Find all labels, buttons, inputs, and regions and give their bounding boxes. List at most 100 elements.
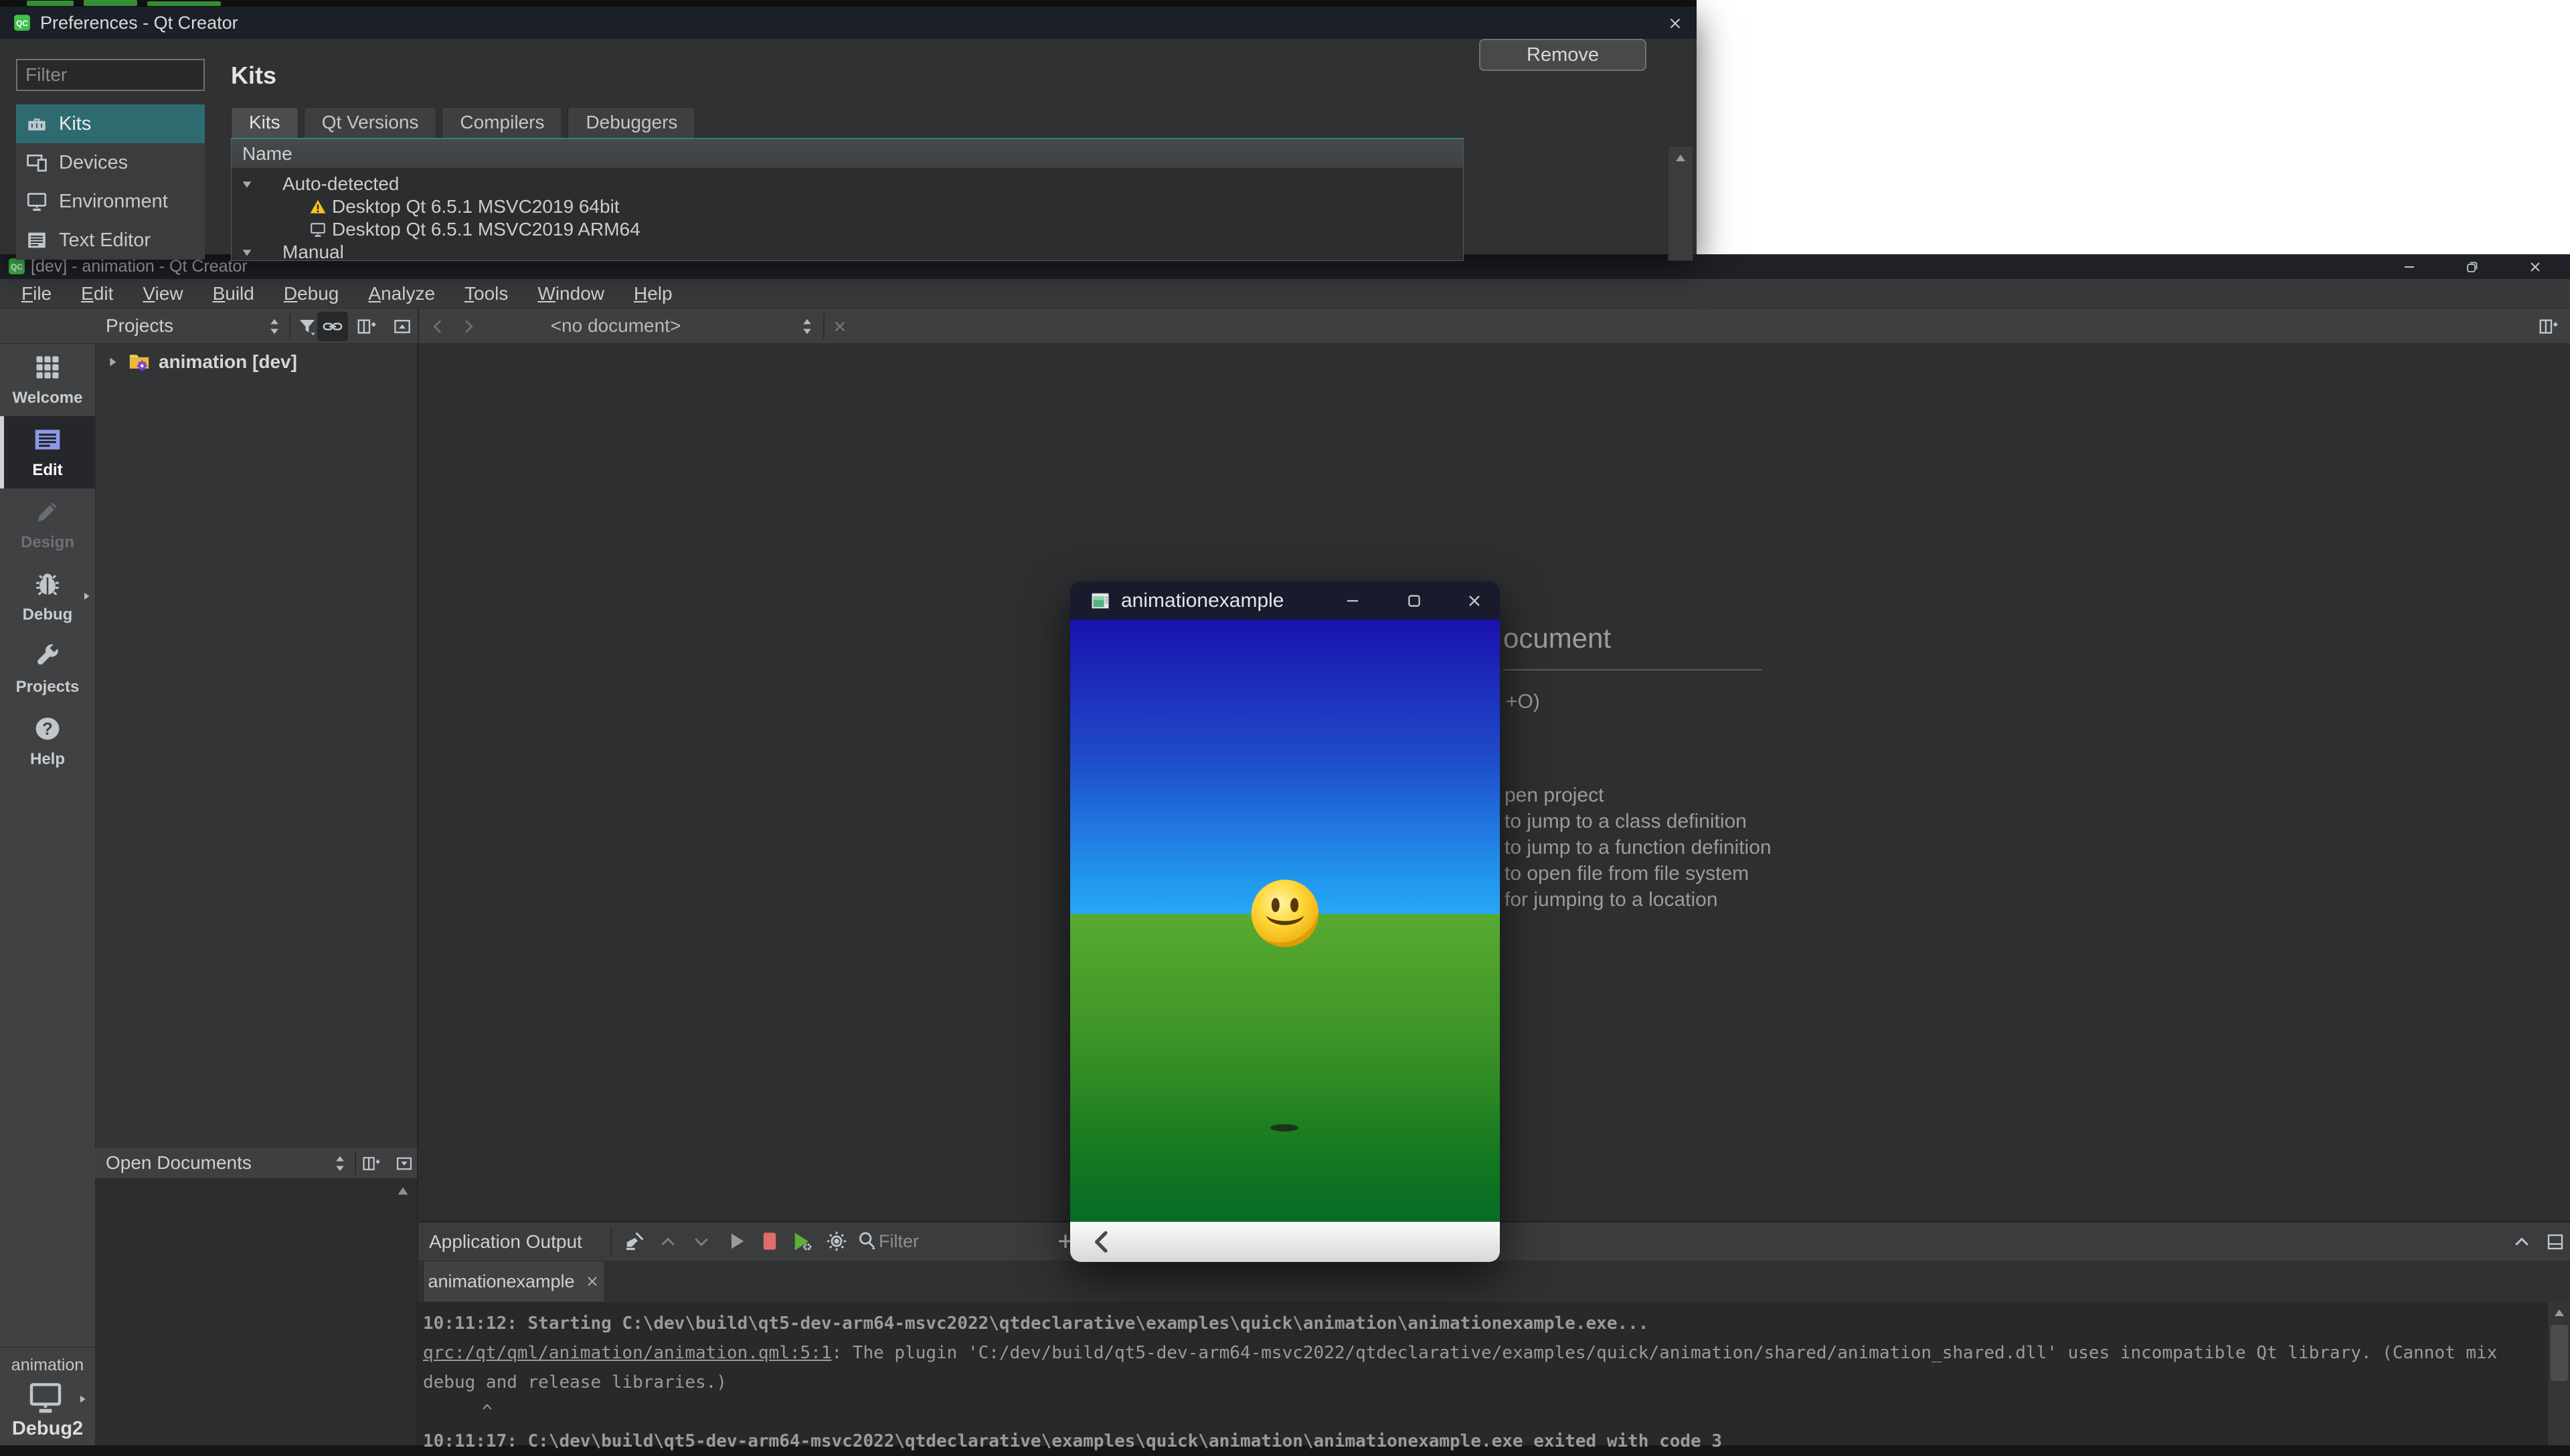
kit-action-button[interactable]: Remove (1479, 39, 1646, 71)
split-pane-icon[interactable] (361, 1154, 380, 1173)
warning-icon (309, 198, 327, 215)
split-pane-icon[interactable] (356, 316, 376, 337)
kits-scrollbar[interactable] (1668, 146, 1693, 261)
menu-item[interactable]: Analyze (353, 283, 450, 304)
maximize-icon (1405, 592, 1424, 610)
split-editor-icon[interactable] (2538, 316, 2558, 337)
console-scrollbar[interactable] (2547, 1302, 2570, 1445)
mode-item[interactable]: Welcome (0, 344, 95, 416)
console-link[interactable]: qrc:/qt/qml/animation/animation.qml:5:1 (423, 1343, 831, 1363)
kit-selector[interactable]: animation Debug2 (0, 1347, 95, 1445)
output-panel-title: Application Output (429, 1222, 582, 1261)
console-text: : The plugin 'C:/dev/build/qt5-dev-arm64… (831, 1343, 2497, 1363)
devices-icon (25, 151, 48, 174)
document-selector-arrows-icon[interactable] (798, 317, 817, 336)
kit-row[interactable]: Auto-detected (232, 173, 1463, 195)
editor-hint-line: to jump to a function definition (1505, 836, 1772, 862)
preferences-sidebar-item[interactable]: Devices (16, 143, 205, 182)
app-icon (1090, 591, 1110, 611)
mode-item[interactable]: Edit (0, 416, 95, 488)
minimize-button[interactable] (2395, 254, 2424, 279)
synchronize-with-editor-toggle[interactable] (317, 312, 348, 341)
restore-button[interactable] (2458, 254, 2487, 279)
debug-run-icon[interactable] (790, 1230, 815, 1254)
menu-item[interactable]: File (7, 283, 66, 304)
kits-table-header[interactable]: Name (232, 139, 1463, 169)
design-pencil-icon (33, 497, 62, 527)
tri-down-icon[interactable] (240, 245, 254, 260)
pane-selector-arrows-icon[interactable] (265, 317, 284, 336)
tab[interactable]: Kits (231, 107, 298, 138)
mode-item[interactable]: Debug (0, 561, 95, 633)
expand-panel-icon[interactable] (2512, 1232, 2532, 1252)
app-window-title: animationexample (1121, 589, 1284, 612)
maximize-button[interactable] (1397, 581, 1432, 620)
kit-row[interactable]: Manual (232, 241, 1463, 261)
scrollbar-thumb[interactable] (2551, 1325, 2568, 1381)
edit-document-icon (33, 425, 62, 454)
minimize-button[interactable] (1335, 581, 1370, 620)
filter-tree-icon[interactable] (297, 316, 317, 337)
pane-selector[interactable]: Projects (106, 308, 173, 343)
tab[interactable]: Compilers (442, 107, 562, 138)
menu-item[interactable]: Debug (269, 283, 354, 304)
sky-background (1070, 620, 1500, 914)
smiley-face-image[interactable] (1250, 878, 1320, 949)
preferences-sidebar-item[interactable]: Kits (16, 104, 205, 143)
menu-item[interactable]: Help (619, 283, 687, 304)
menu-item[interactable]: View (128, 283, 197, 304)
panel-windows-icon[interactable] (2545, 1232, 2565, 1252)
mode-item[interactable]: Design (0, 488, 95, 561)
clear-output-icon[interactable] (623, 1230, 646, 1253)
stop-icon[interactable] (758, 1230, 781, 1253)
close-pane-icon[interactable] (395, 1154, 414, 1173)
preferences-titlebar[interactable]: QC Preferences - Qt Creator (0, 7, 1697, 39)
expand-arrow-icon[interactable] (105, 355, 120, 369)
app-titlebar[interactable]: animationexample (1070, 581, 1500, 620)
animationexample-window[interactable]: animationexample (1070, 581, 1500, 1262)
rerun-icon[interactable] (725, 1230, 748, 1253)
go-back-icon[interactable] (428, 316, 448, 337)
minimize-icon (1343, 592, 1362, 610)
tri-down-icon[interactable] (240, 177, 254, 191)
output-filter-placeholder[interactable]: Filter (879, 1222, 919, 1261)
scroll-prev-icon[interactable] (658, 1232, 678, 1252)
search-icon[interactable] (856, 1230, 879, 1253)
menu-item[interactable]: Window (523, 283, 619, 304)
close-button[interactable] (1457, 581, 1492, 620)
flyout-arrow-icon (76, 1393, 88, 1405)
preferences-filter-input[interactable] (16, 59, 205, 91)
scroll-next-icon[interactable] (691, 1232, 711, 1252)
tab[interactable]: Qt Versions (304, 107, 437, 138)
back-button-icon[interactable] (1089, 1228, 1116, 1255)
menu-item[interactable]: Build (198, 283, 269, 304)
document-selector[interactable]: <no document> (468, 308, 763, 343)
editor-hint-divider (1503, 669, 1762, 670)
scroll-up-icon[interactable] (2551, 1305, 2567, 1322)
preferences-sidebar-item[interactable]: Text Editor (16, 221, 205, 260)
page-title: Kits (231, 62, 276, 90)
console-text: debug and release libraries.) (423, 1372, 727, 1392)
tab[interactable]: Debuggers (568, 107, 695, 138)
console-output[interactable]: 10:11:12: Starting C:\dev\build\qt5-dev-… (418, 1302, 2547, 1445)
project-root-row[interactable]: animation [dev] (96, 348, 417, 376)
close-button[interactable] (1663, 11, 1687, 35)
pane-selector-arrows-icon[interactable] (331, 1154, 349, 1173)
kit-row[interactable]: Desktop Qt 6.5.1 MSVC2019 64bit (232, 195, 1463, 218)
mode-item[interactable]: Projects (0, 633, 95, 705)
preferences-sidebar-item[interactable]: Environment (16, 182, 205, 221)
close-button[interactable] (2520, 254, 2550, 279)
mode-item[interactable]: ? Help (0, 705, 95, 778)
hide-pane-icon[interactable] (392, 316, 412, 337)
scroll-up-icon[interactable] (1673, 151, 1689, 167)
close-tab-icon[interactable] (584, 1273, 600, 1289)
close-document-icon[interactable] (831, 318, 849, 335)
settings-gear-icon[interactable] (825, 1230, 848, 1253)
output-tab[interactable]: animationexample (423, 1261, 605, 1301)
kit-row[interactable]: Desktop Qt 6.5.1 MSVC2019 ARM64 (232, 218, 1463, 241)
kit-selector-project: animation (0, 1356, 95, 1375)
open-documents-header[interactable]: Open Documents (95, 1147, 418, 1179)
menu-item[interactable]: Edit (66, 283, 128, 304)
menu-item[interactable]: Tools (450, 283, 523, 304)
scroll-up-icon[interactable] (394, 1183, 412, 1200)
